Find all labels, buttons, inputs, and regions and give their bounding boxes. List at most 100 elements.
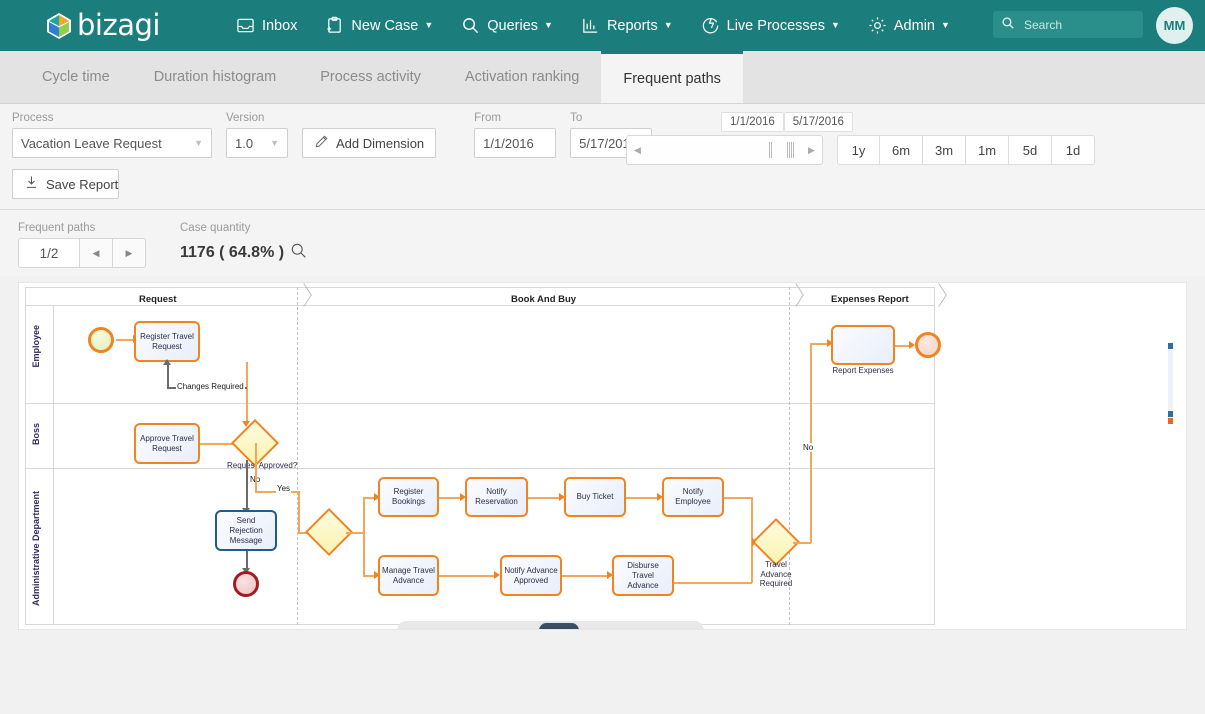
user-avatar[interactable]: MM xyxy=(1156,7,1193,44)
edge-gateway-yes-v1 xyxy=(255,443,257,493)
preset-1d[interactable]: 1d xyxy=(1052,135,1095,165)
magnifier-icon[interactable] xyxy=(290,242,307,264)
preset-5d[interactable]: 5d xyxy=(1009,135,1052,165)
edge-ticket-to-notify xyxy=(626,497,660,499)
nav-item-queries[interactable]: Queries ▼ xyxy=(447,0,567,51)
bizagi-logo[interactable]: bizagi xyxy=(46,11,160,40)
end-event-completed[interactable] xyxy=(915,332,941,358)
nav-label: Reports xyxy=(606,17,658,34)
add-dimension-button[interactable]: Add Dimension xyxy=(302,128,437,158)
task-report-expenses[interactable] xyxy=(831,325,895,365)
zoom-reset-button[interactable] xyxy=(1168,418,1173,424)
preset-6m[interactable]: 6m xyxy=(880,135,923,165)
edge-split-h xyxy=(346,532,364,534)
slider-handle-right[interactable] xyxy=(787,142,795,158)
nav-item-new-case[interactable]: New Case ▼ xyxy=(311,0,447,51)
nav-item-admin[interactable]: Admin ▼ xyxy=(854,0,964,51)
zoom-in-handle[interactable] xyxy=(1168,343,1173,349)
report-tabs: Cycle time Duration histogram Process ac… xyxy=(0,50,1205,104)
nav-label: Admin xyxy=(893,17,935,34)
path-prev-button[interactable]: ◀ xyxy=(80,238,113,268)
chevron-down-icon: ▼ xyxy=(830,20,840,30)
global-search[interactable] xyxy=(993,11,1143,38)
tab-duration-histogram[interactable]: Duration histogram xyxy=(132,50,299,103)
search-input[interactable] xyxy=(1022,16,1135,33)
task-notify-employee[interactable]: Notify Employee xyxy=(662,477,724,517)
diagram-zoom-toolbar[interactable] xyxy=(1168,343,1173,425)
preset-1m[interactable]: 1m xyxy=(966,135,1009,165)
top-navigation-bar: bizagi Inbox New Case ▼ Queries ▼ Report… xyxy=(0,0,1205,51)
nav-item-reports[interactable]: Reports ▼ xyxy=(567,0,687,51)
tab-process-activity[interactable]: Process activity xyxy=(298,50,443,103)
slider-handle-left[interactable] xyxy=(769,142,773,158)
add-dimension-field: Add Dimension xyxy=(302,112,437,158)
version-label: Version xyxy=(226,112,265,124)
zoom-track[interactable] xyxy=(1168,350,1173,410)
tab-activation-ranking[interactable]: Activation ranking xyxy=(443,50,601,103)
from-field: From 1/1/2016 xyxy=(474,112,557,158)
gateway-label-text: Travel Advance Required xyxy=(759,560,793,589)
tab-frequent-paths[interactable]: Frequent paths xyxy=(601,50,743,103)
task-send-rejection-message[interactable]: Send Rejection Message xyxy=(215,510,277,551)
process-select[interactable]: Vacation Leave Request ▼ xyxy=(12,128,212,158)
version-select[interactable]: 1.0 ▼ xyxy=(226,128,288,158)
path-page-value[interactable]: 1/2 xyxy=(18,238,80,268)
from-input[interactable]: 1/1/2016 xyxy=(474,128,557,158)
slider-next-button[interactable]: ▶ xyxy=(801,136,822,164)
edge-manage-to-notify-advance xyxy=(439,575,497,577)
phase-label-expenses-report: Expenses Report xyxy=(831,294,909,305)
edge-gateway-no xyxy=(246,460,248,511)
scrollbar-thumb[interactable] xyxy=(539,623,579,629)
end-event-rejected[interactable] xyxy=(233,571,259,597)
case-quantity-group: Case quantity 1176 ( 64.8% ) xyxy=(180,222,307,268)
process-label: Process xyxy=(12,112,54,124)
start-event[interactable] xyxy=(88,327,114,353)
nav-label: New Case xyxy=(351,17,419,34)
tab-cycle-time[interactable]: Cycle time xyxy=(20,50,132,103)
bizagi-cube-icon xyxy=(46,12,72,40)
from-label: From xyxy=(474,112,501,124)
chevron-down-icon: ▼ xyxy=(544,20,553,30)
date-range-slider[interactable]: ◀ ▶ xyxy=(626,135,823,165)
task-approve-travel-request[interactable]: Approve Travel Request xyxy=(134,423,200,464)
task-register-travel-request[interactable]: Register Travel Request xyxy=(134,321,200,362)
task-notify-advance-approved[interactable]: Notify Advance Approved xyxy=(500,555,562,596)
gateway-label-travel-advance-required: Travel Advance Required xyxy=(754,560,798,589)
chevron-down-icon: ▼ xyxy=(270,138,279,148)
task-notify-reservation[interactable]: Notify Reservation xyxy=(465,477,528,517)
search-icon xyxy=(1001,16,1015,33)
save-report-button[interactable]: Save Report xyxy=(12,169,119,199)
live-processes-icon xyxy=(701,16,720,35)
zoom-thumb[interactable] xyxy=(1168,411,1173,417)
task-disburse-travel-advance[interactable]: Disburse Travel Advance xyxy=(612,555,674,596)
brand-name: bizagi xyxy=(77,8,160,42)
edge-split-up xyxy=(363,497,365,533)
edge-notify-advance-to-disburse xyxy=(562,575,610,577)
range-start-label: 1/1/2016 xyxy=(721,112,784,132)
path-pager: 1/2 ◀ ▶ xyxy=(18,238,146,268)
task-manage-travel-advance[interactable]: Manage Travel Advance xyxy=(378,555,439,596)
nav-label: Queries xyxy=(487,17,539,34)
lane-label-employee: Employee xyxy=(31,325,41,368)
case-quantity-value: 1176 ( 64.8% ) xyxy=(180,244,285,261)
diagram-horizontal-scrollbar[interactable] xyxy=(397,621,704,629)
task-register-bookings[interactable]: Register Bookings xyxy=(378,477,439,517)
save-report-label: Save Report xyxy=(46,176,119,192)
path-controls: Frequent paths 1/2 ◀ ▶ Case quantity 117… xyxy=(0,210,1205,276)
preset-3m[interactable]: 3m xyxy=(923,135,966,165)
range-end-label: 5/17/2016 xyxy=(783,112,853,132)
edge-label-yes: Yes xyxy=(276,484,292,493)
task-buy-ticket[interactable]: Buy Ticket xyxy=(564,477,626,517)
nav-item-inbox[interactable]: Inbox xyxy=(222,0,311,51)
slider-track[interactable] xyxy=(648,140,801,160)
path-next-button[interactable]: ▶ xyxy=(113,238,146,268)
edge-label-changes-required: Changes Required xyxy=(176,382,245,391)
chevron-down-icon: ▼ xyxy=(941,20,950,30)
save-report-row: Save Report xyxy=(12,169,1193,199)
slider-prev-button[interactable]: ◀ xyxy=(627,136,648,164)
preset-1y[interactable]: 1y xyxy=(837,135,880,165)
main-menu: Inbox New Case ▼ Queries ▼ Reports ▼ Liv… xyxy=(222,0,964,51)
process-diagram-canvas[interactable]: Request Book And Buy Expenses Report Emp… xyxy=(18,282,1187,630)
nav-item-live-processes[interactable]: Live Processes ▼ xyxy=(687,0,854,51)
phase-label-request: Request xyxy=(139,294,177,305)
